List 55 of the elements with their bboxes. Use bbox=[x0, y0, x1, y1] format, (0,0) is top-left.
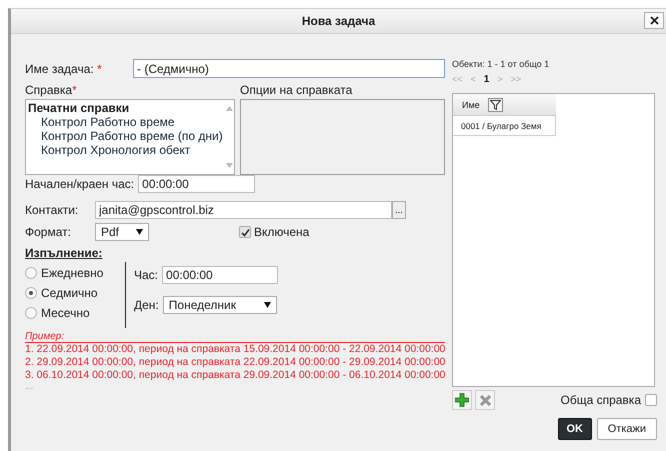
checkbox-label: Включена bbox=[254, 225, 310, 239]
example-line: 2. 29.09.2014 00:00:00, период на справката 22.09.2014 00:00:00 - 29.09.2014 00:00:00 bbox=[25, 356, 446, 368]
checkbox[interactable] bbox=[645, 394, 657, 406]
report-item[interactable]: Контрол Хронология обект bbox=[28, 143, 223, 157]
dropdown-icon bbox=[136, 229, 143, 235]
radio-button[interactable] bbox=[25, 287, 37, 299]
field-label: Начален/краен час: bbox=[25, 177, 134, 191]
field-label: Контакти: bbox=[25, 203, 80, 217]
radio-button[interactable] bbox=[25, 307, 37, 319]
plus-icon bbox=[455, 393, 469, 407]
contacts-field[interactable]: janita@gpscontrol.biz bbox=[95, 201, 392, 219]
close-button[interactable] bbox=[644, 12, 664, 29]
section-heading: Изпълнение: bbox=[25, 246, 102, 260]
radio-label: Ежедневно bbox=[41, 266, 104, 280]
field-label: Ден: bbox=[134, 298, 159, 312]
report-group[interactable]: Печатни справки bbox=[28, 101, 223, 115]
table-cell[interactable]: 0001 / Булагро Земя bbox=[453, 116, 556, 136]
checkbox-label: Обща справка bbox=[560, 393, 641, 407]
report-options-label: Опции на справката bbox=[240, 83, 352, 97]
checkbox[interactable] bbox=[239, 226, 251, 238]
radio-button[interactable] bbox=[25, 267, 37, 279]
filter-icon bbox=[490, 100, 501, 110]
dropdown-icon bbox=[264, 302, 271, 308]
report-item[interactable]: Контрол Работно време bbox=[28, 115, 223, 129]
pager-link[interactable]: 1 bbox=[484, 74, 490, 85]
delete-button[interactable] bbox=[475, 390, 495, 410]
add-button[interactable] bbox=[452, 390, 472, 410]
delete-icon bbox=[478, 394, 492, 406]
report-item[interactable]: Контрол Работно време (по дни) bbox=[28, 129, 223, 143]
day-select[interactable]: Понеделник bbox=[162, 296, 277, 314]
example-line: 3. 06.10.2014 00:00:00, период на справката 29.09.2014 00:00:00 - 06.10.2014 00:00:00 bbox=[25, 369, 446, 381]
format-select[interactable]: Pdf bbox=[95, 223, 149, 241]
report-list[interactable]: Печатни справки Контрол Работно време Контрол Работно време (по дни) Контрол Хронология обект bbox=[25, 99, 235, 175]
time-field[interactable]: 00:00:00 bbox=[138, 175, 256, 193]
radio-label: Седмично bbox=[41, 286, 98, 300]
ellipsis-text: ... bbox=[25, 381, 34, 392]
field-label: Час: bbox=[134, 268, 158, 282]
scroll-up-icon bbox=[226, 106, 233, 111]
browse-button[interactable]: ... bbox=[392, 201, 406, 219]
task-name-field[interactable]: - (Седмично) bbox=[133, 59, 445, 78]
radio-label: Месечно bbox=[41, 306, 90, 320]
window-title: Нова задача bbox=[302, 14, 376, 28]
report-label: Справка* bbox=[25, 83, 77, 97]
cancel-button[interactable]: Откажи bbox=[596, 418, 657, 440]
example-line: 1. 22.09.2014 00:00:00, период на справката 15.09.2014 00:00:00 - 22.09.2014 00:00:00 bbox=[25, 343, 446, 355]
field-label: Формат: bbox=[25, 225, 72, 239]
scroll-down-icon bbox=[226, 163, 233, 168]
example-heading: Пример: bbox=[25, 331, 64, 342]
ok-button[interactable]: OK bbox=[558, 418, 592, 440]
column-header[interactable]: Име bbox=[453, 94, 556, 116]
time-field[interactable]: 00:00:00 bbox=[162, 266, 278, 284]
filter-button[interactable] bbox=[488, 98, 503, 112]
field-label: Име задача: * bbox=[25, 62, 103, 76]
close-icon bbox=[650, 16, 658, 25]
objects-summary: Обекти: 1 - 1 от общо 1 bbox=[452, 59, 550, 69]
